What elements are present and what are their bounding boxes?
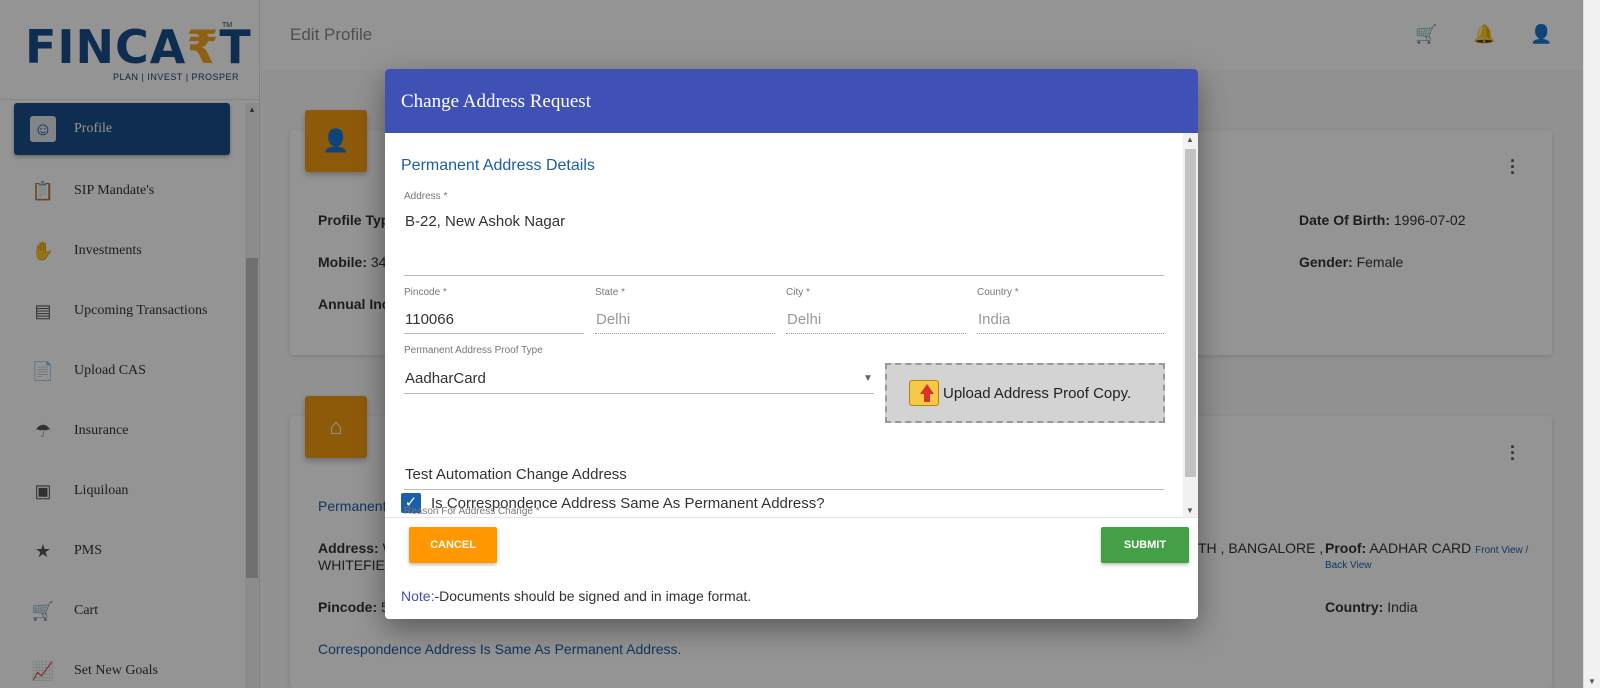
proof-type-underline [404, 393, 874, 394]
cancel-button[interactable]: CANCEL [409, 527, 497, 563]
modal-title: Change Address Request [385, 69, 1198, 133]
note-key: Note: [401, 588, 435, 604]
state-underline [595, 333, 775, 334]
country-input: India [978, 311, 1011, 328]
scroll-up-arrow-icon[interactable]: ▲ [1186, 135, 1194, 144]
dropdown-caret-icon[interactable]: ▼ [863, 373, 873, 384]
upload-folder-icon [909, 380, 939, 406]
city-input: Delhi [787, 311, 822, 328]
pincode-label: Pincode * [404, 287, 447, 298]
address-label: Address * [404, 191, 448, 202]
address-input[interactable]: B-22, New Ashok Nagar [405, 213, 565, 230]
upload-label: Upload Address Proof Copy. [943, 384, 1132, 402]
reason-underline [404, 489, 1164, 490]
reason-label: Reason For Address Change * [404, 506, 540, 517]
change-address-modal: Change Address Request Permanent Address… [385, 69, 1198, 619]
city-underline [786, 333, 966, 334]
proof-type-label: Permanent Address Proof Type [404, 345, 543, 356]
scroll-down-arrow-icon[interactable]: ▼ [1588, 677, 1596, 686]
state-label: State * [595, 287, 626, 298]
submit-button[interactable]: SUBMIT [1101, 527, 1189, 563]
proof-type-select[interactable]: AadharCard [405, 370, 486, 387]
page-scrollbar[interactable]: ▼ [1583, 0, 1600, 688]
modal-footer: CANCEL SUBMIT Note:-Documents should be … [385, 517, 1198, 619]
upload-proof-button[interactable]: Upload Address Proof Copy. [885, 363, 1165, 423]
country-label: Country * [977, 287, 1019, 298]
note-text: -Documents should be signed and in image… [434, 588, 752, 604]
country-underline [977, 333, 1164, 334]
scroll-down-arrow-icon[interactable]: ▼ [1186, 506, 1194, 515]
modal-body: Permanent Address Details Address * B-22… [385, 133, 1183, 517]
state-input: Delhi [596, 311, 631, 328]
city-label: City * [786, 287, 810, 298]
pincode-underline [404, 333, 584, 334]
documents-note: Note:-Documents should be signed and in … [401, 588, 751, 604]
section-title: Permanent Address Details [401, 157, 595, 174]
modal-scrollbar[interactable]: ▲ ▼ [1183, 133, 1198, 517]
modal-scroll-thumb[interactable] [1185, 149, 1196, 477]
address-underline [404, 275, 1164, 276]
pincode-input[interactable]: 110066 [405, 311, 454, 328]
reason-input[interactable]: Test Automation Change Address [405, 466, 627, 483]
